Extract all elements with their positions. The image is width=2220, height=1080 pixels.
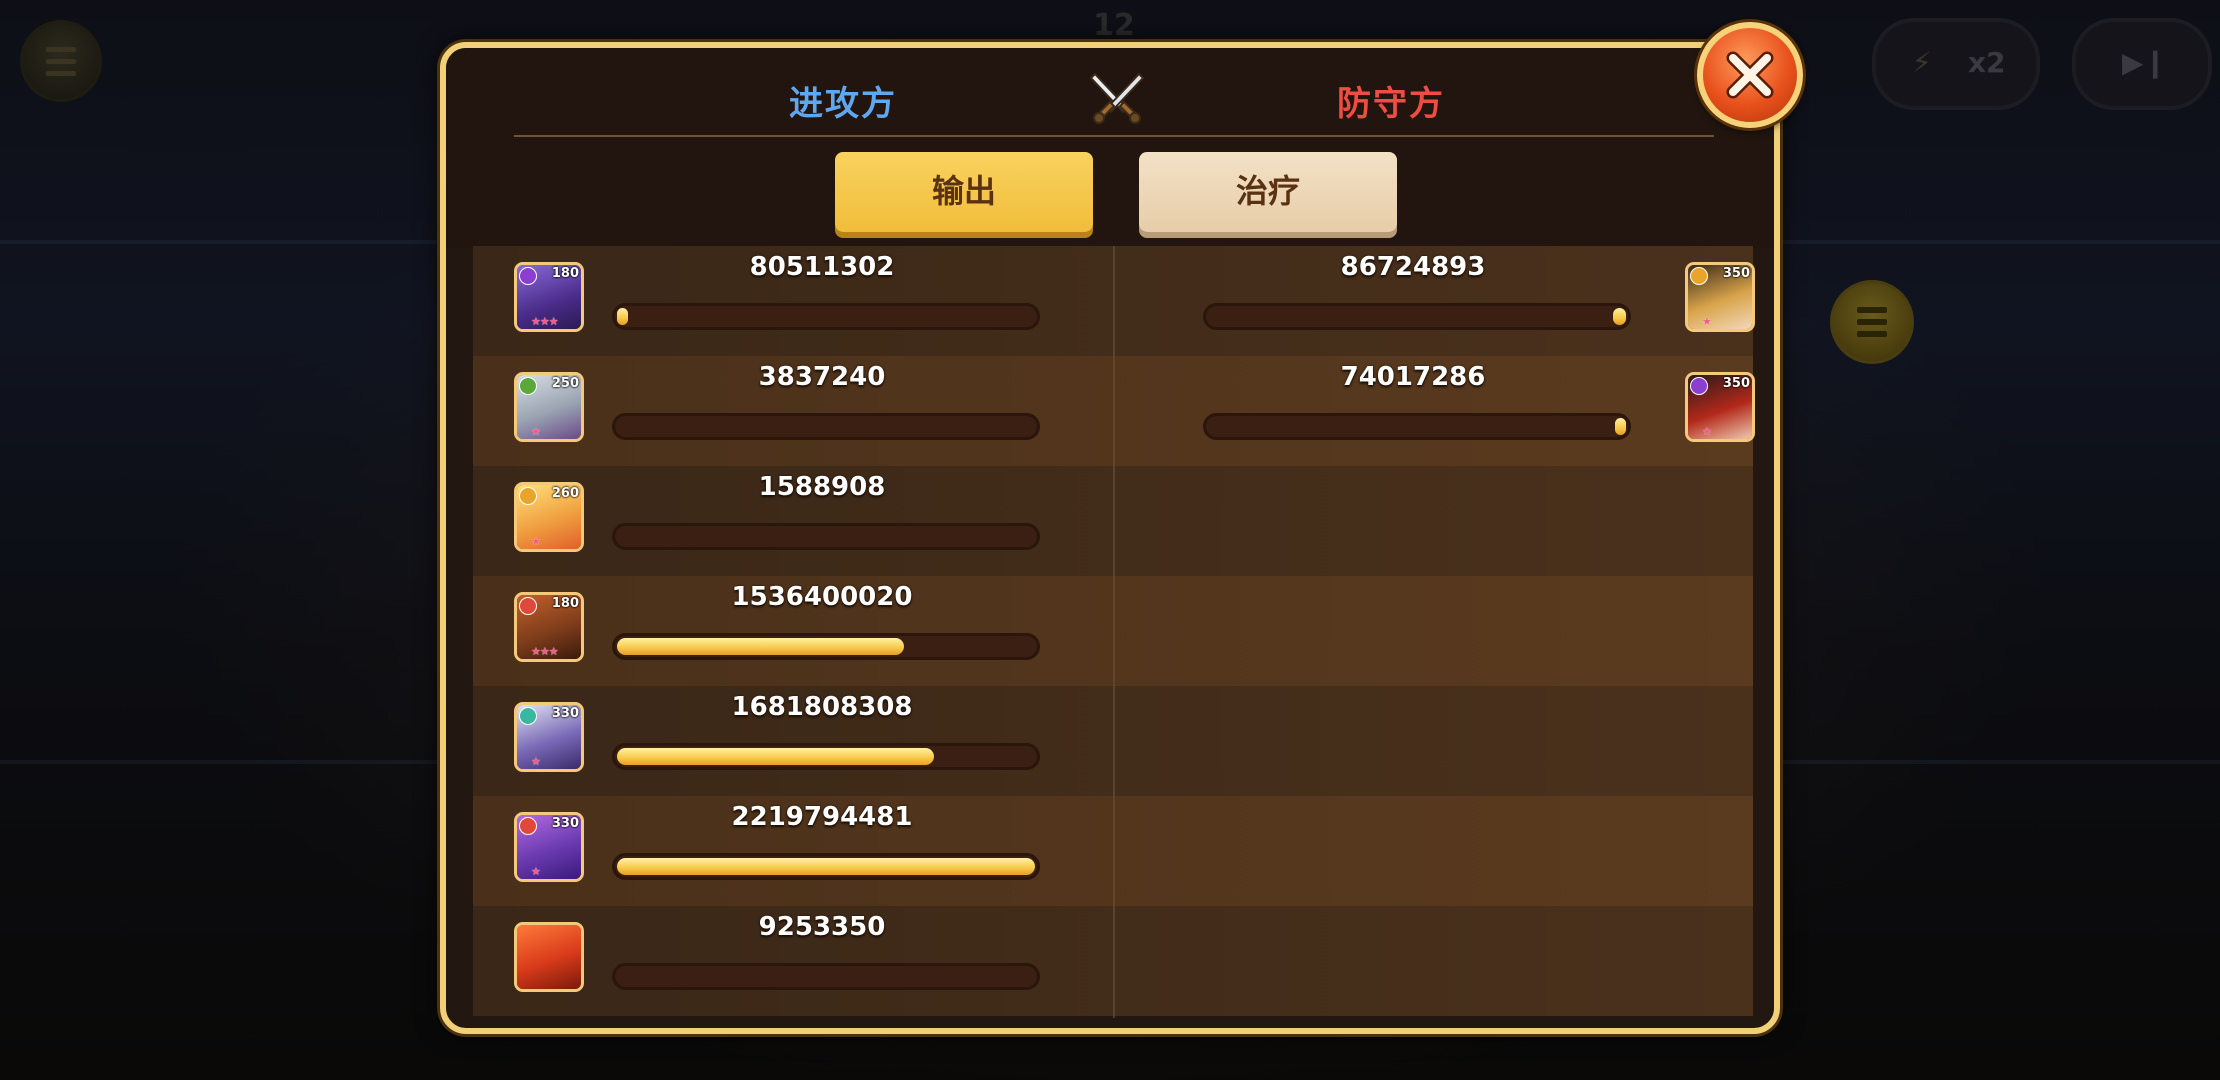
menu-button[interactable]	[20, 20, 102, 102]
attacker-entry: 260 ★ 1588908	[473, 466, 1111, 576]
hero-level: 260	[551, 486, 579, 501]
panel-header: 进攻方 防守方 输出 治疗	[446, 48, 1774, 248]
hero-level: 350	[1722, 376, 1750, 391]
attacker-entry: 330 ★ 2219794481	[473, 796, 1111, 906]
damage-bar	[612, 523, 1040, 550]
hero-level: 180	[551, 266, 579, 281]
hero-level: 250	[551, 376, 579, 391]
close-icon	[1726, 51, 1774, 99]
purple-dragon-hero-icon[interactable]: 330 ★	[514, 812, 584, 882]
hero-star-rating: ★	[531, 865, 541, 878]
list-menu-button[interactable]	[1830, 280, 1914, 364]
damage-value: 2219794481	[731, 802, 913, 832]
speed-toggle[interactable]: ⚡ x2	[1872, 18, 2040, 110]
brown-bear-hero-icon[interactable]: 180 ★★★	[514, 592, 584, 662]
damage-value: 80511302	[749, 252, 895, 282]
damage-bar-fill	[617, 858, 1035, 875]
damage-stats-panel: 进攻方 防守方 输出 治疗 180 ★★★ 80511302 350 ★ 86724893…	[440, 42, 1780, 1034]
hero-portrait	[517, 925, 581, 989]
damage-bar	[612, 303, 1040, 330]
attacker-entry: 180 ★★★ 1536400020	[473, 576, 1111, 686]
damage-bar-fill	[1615, 418, 1626, 435]
damage-bar	[612, 743, 1040, 770]
hero-star-rating: ★	[531, 535, 541, 548]
crimson-witch-hero-icon[interactable]: 350 ★	[1685, 372, 1755, 442]
hero-level: 330	[551, 816, 579, 831]
damage-bar-fill	[617, 308, 628, 325]
fire-element-icon	[519, 817, 537, 835]
hero-star-rating: ★★★	[531, 315, 559, 328]
dark-element-icon	[1690, 377, 1708, 395]
hero-star-rating: ★	[1702, 315, 1712, 328]
tab-healing[interactable]: 治疗	[1139, 152, 1397, 232]
defender-damage-value: 86724893	[1340, 252, 1486, 282]
light-element-icon	[1690, 267, 1708, 285]
damage-bar	[1203, 413, 1631, 440]
speed-label: x2	[1968, 46, 2006, 79]
attacker-title: 进攻方	[789, 84, 897, 124]
lightning-icon: ⚡	[1912, 46, 1932, 79]
golden-angel-hero-icon[interactable]: 260 ★	[514, 482, 584, 552]
damage-bar	[612, 633, 1040, 660]
close-button[interactable]	[1697, 22, 1803, 128]
hero-star-rating: ★★★	[531, 645, 559, 658]
hero-star-rating: ★	[531, 755, 541, 768]
skip-icon: ▶❙	[2122, 46, 2167, 79]
attacker-entry: 250 ★ 3837240	[473, 356, 1111, 466]
damage-value: 1681808308	[731, 692, 913, 722]
light-element-icon	[519, 487, 537, 505]
void-element-icon	[519, 707, 537, 725]
crossed-swords-icon	[1089, 72, 1145, 124]
ghost-wraith-hero-icon[interactable]: 330 ★	[514, 702, 584, 772]
phoenix-hero-icon[interactable]	[514, 922, 584, 992]
attacker-entry: 9253350	[473, 906, 1111, 1016]
attacker-entry: 180 ★★★ 80511302	[473, 246, 1111, 356]
damage-bar	[612, 413, 1040, 440]
skip-button[interactable]: ▶❙	[2072, 18, 2212, 110]
defender-title: 防守方	[1337, 84, 1445, 124]
dark-element-icon	[519, 267, 537, 285]
defender-entry: 350 ★ 74017286	[1115, 356, 1755, 466]
hero-star-rating: ★	[1702, 425, 1712, 438]
damage-value: 3837240	[758, 362, 886, 392]
silver-valkyrie-hero-icon[interactable]: 250 ★	[514, 372, 584, 442]
damage-value: 1588908	[758, 472, 886, 502]
header-divider	[514, 135, 1714, 137]
damage-value: 1536400020	[731, 582, 913, 612]
round-counter: 12	[1093, 8, 1135, 43]
tab-damage-output[interactable]: 输出	[835, 152, 1093, 232]
hero-level: 330	[551, 706, 579, 721]
hero-star-rating: ★	[531, 425, 541, 438]
damage-value: 9253350	[758, 912, 886, 942]
hero-level: 350	[1722, 266, 1750, 281]
golden-sorceress-hero-icon[interactable]: 350 ★	[1685, 262, 1755, 332]
column-divider	[1113, 246, 1115, 1018]
fire-element-icon	[519, 597, 537, 615]
dark-beast-hero-icon[interactable]: 180 ★★★	[514, 262, 584, 332]
defender-entry: 350 ★ 86724893	[1115, 246, 1755, 356]
damage-bar-fill	[617, 638, 905, 655]
hero-level: 180	[551, 596, 579, 611]
damage-bar	[1203, 303, 1631, 330]
damage-bar	[612, 963, 1040, 990]
damage-bar-fill	[1613, 308, 1626, 325]
forest-element-icon	[519, 377, 537, 395]
damage-bar	[612, 853, 1040, 880]
defender-damage-value: 74017286	[1340, 362, 1486, 392]
attacker-entry: 330 ★ 1681808308	[473, 686, 1111, 796]
damage-bar-fill	[617, 748, 934, 765]
